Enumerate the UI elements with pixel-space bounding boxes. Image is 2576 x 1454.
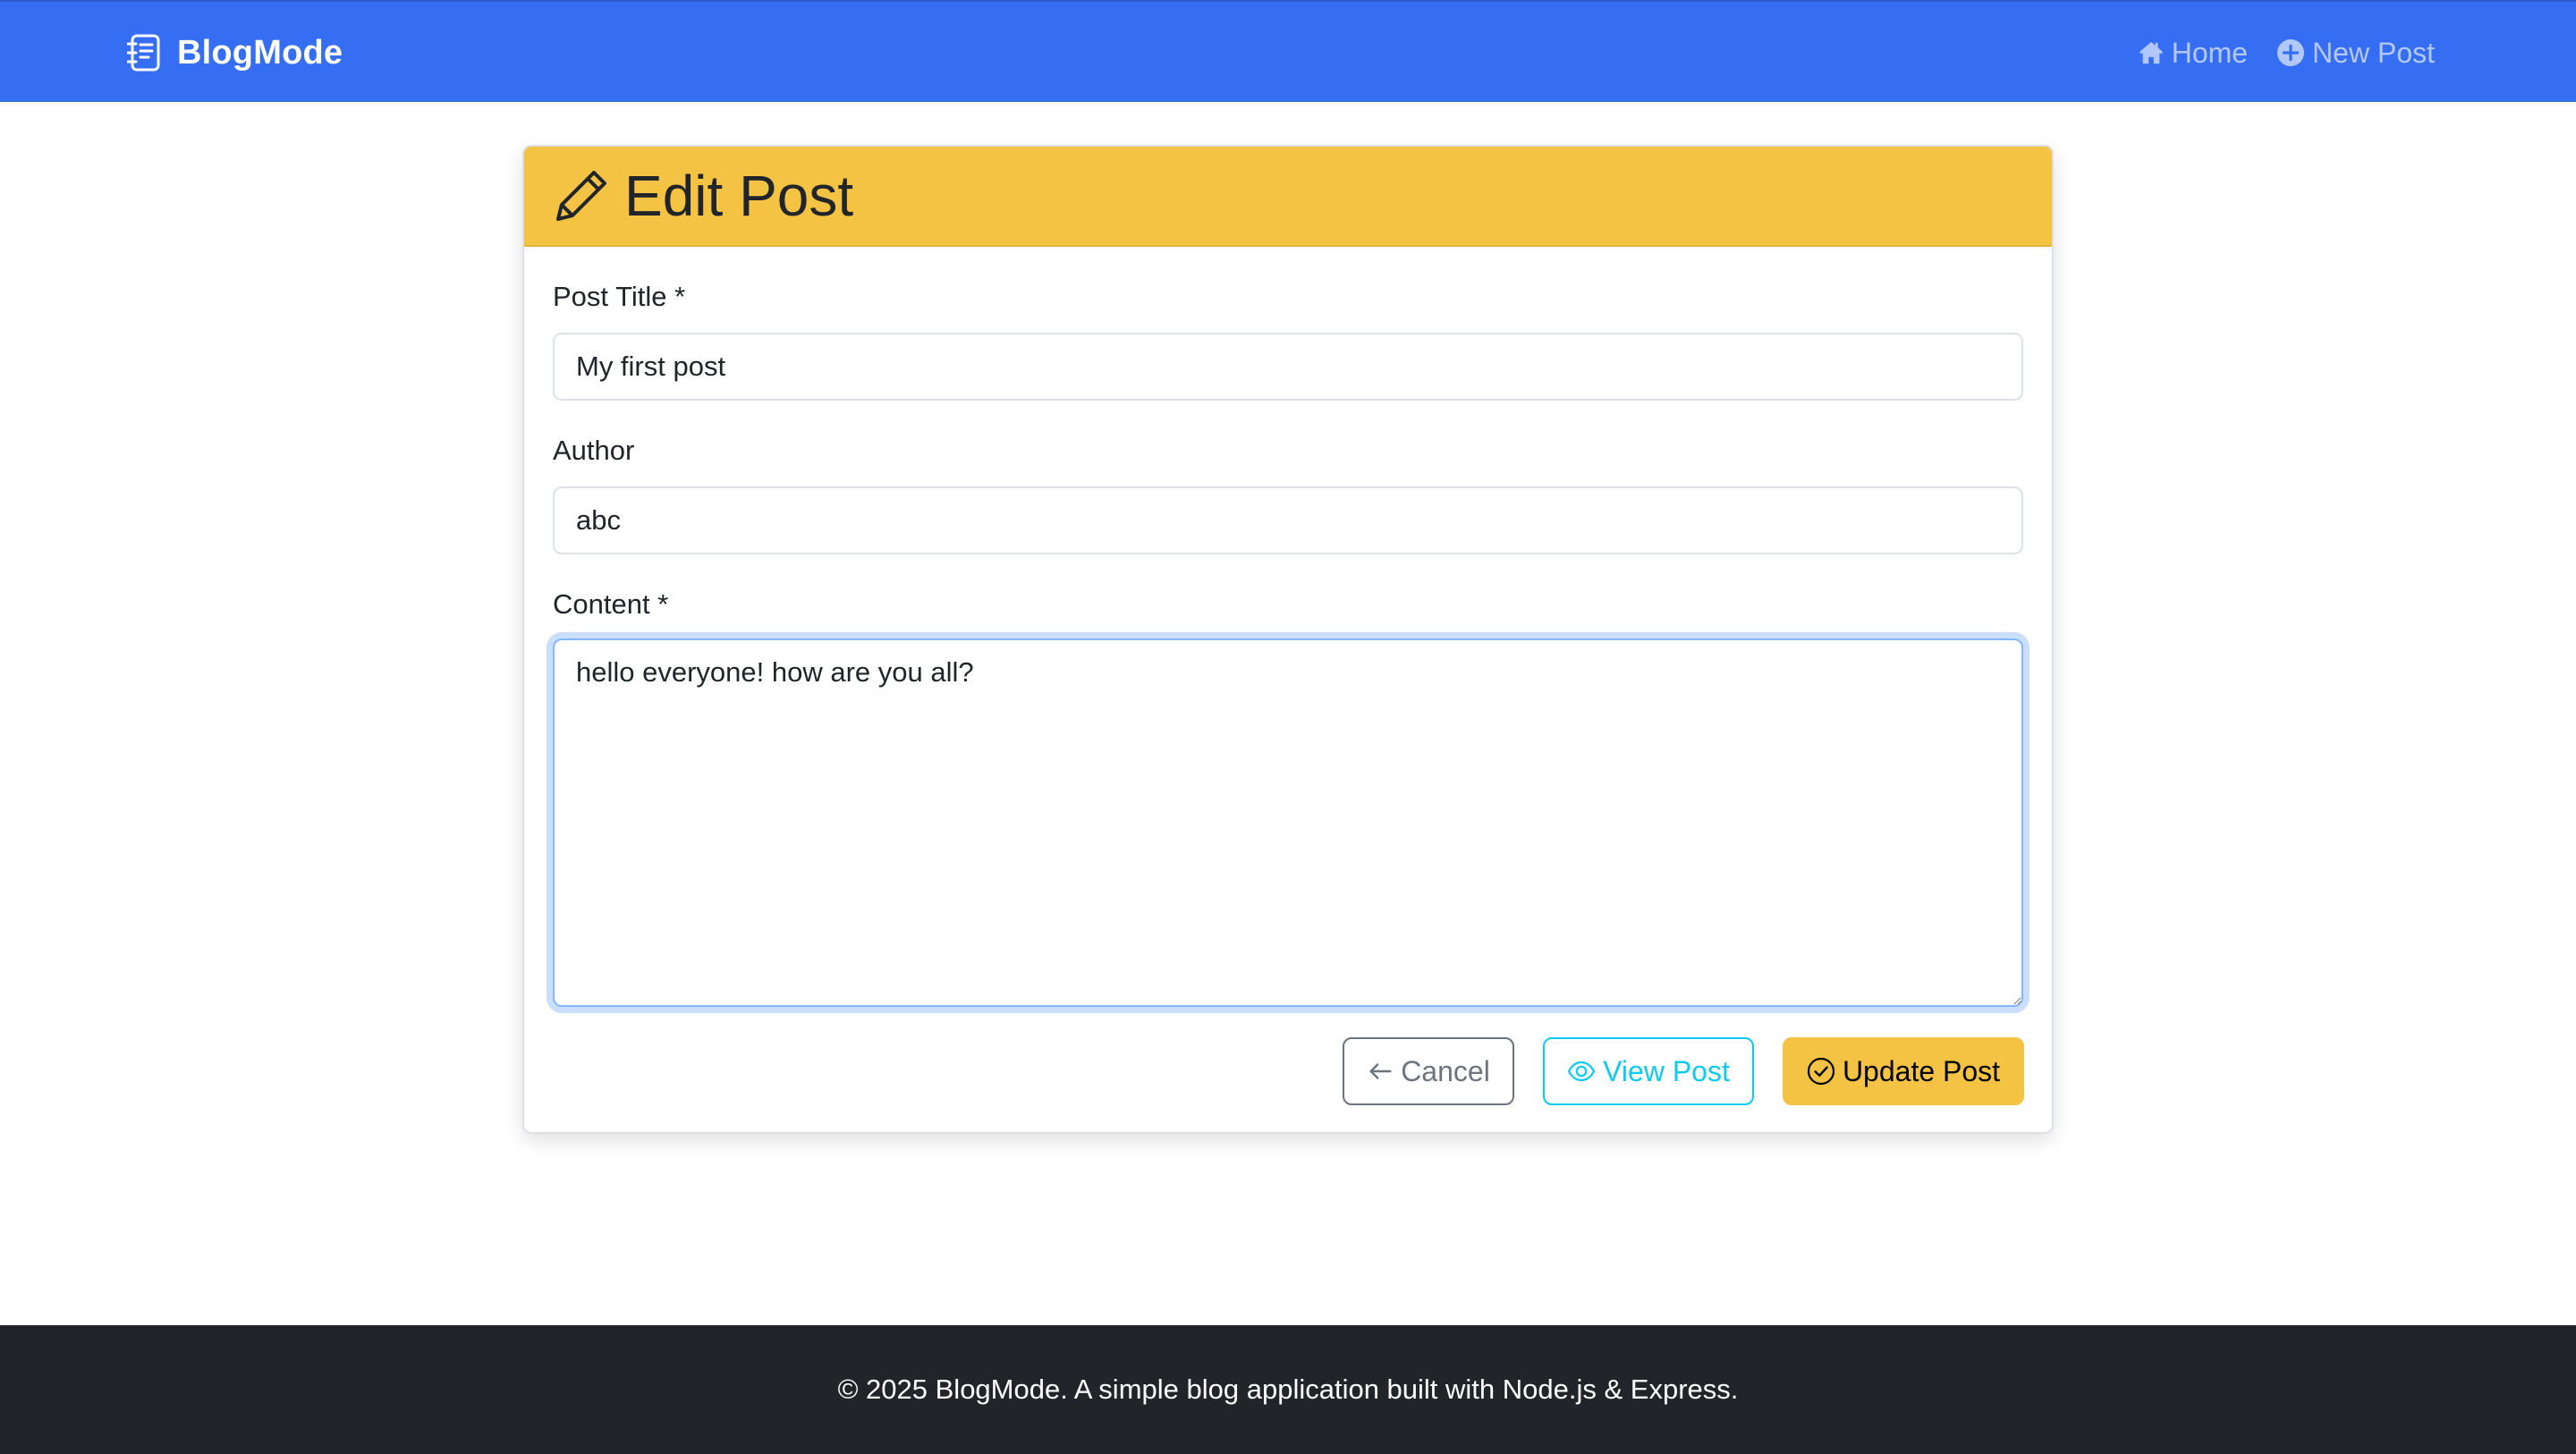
post-title-input[interactable] [553, 333, 2023, 401]
update-post-button-label: Update Post [1842, 1054, 2001, 1087]
content-label: Content * [553, 588, 669, 620]
house-icon [2138, 39, 2165, 66]
view-post-button[interactable]: View Post [1543, 1037, 1754, 1105]
brand-link[interactable]: BlogMode [127, 2, 343, 104]
plus-circle-icon [2276, 38, 2305, 67]
page-footer: © 2025 BlogMode. A simple blog applicati… [0, 1325, 2576, 1454]
view-post-button-label: View Post [1603, 1054, 1730, 1087]
update-post-button[interactable]: Update Post [1783, 1037, 2024, 1105]
author-input[interactable] [553, 486, 2023, 554]
brand-name: BlogMode [177, 33, 343, 72]
nav-link-new-post[interactable]: New Post [2276, 37, 2435, 70]
arrow-left-icon [1367, 1058, 1394, 1085]
content-textarea[interactable]: hello everyone! how are you all? [553, 638, 2023, 1007]
card-header: Edit Post [524, 147, 2052, 247]
author-label: Author [553, 435, 635, 466]
cancel-button[interactable]: Cancel [1343, 1037, 1514, 1105]
nav-link-home-label: Home [2171, 36, 2249, 69]
nav-link-home[interactable]: Home [2138, 37, 2248, 70]
footer-copyright: © 2025 BlogMode. A simple blog applicati… [837, 1374, 1739, 1405]
journal-text-icon [127, 34, 161, 72]
pencil-icon [553, 167, 610, 224]
nav-link-new-post-label: New Post [2312, 36, 2435, 69]
page-title: Edit Post [624, 164, 854, 228]
edit-post-card: Edit Post Post Title * Author Content * … [522, 145, 2054, 1134]
post-title-label: Post Title * [553, 281, 686, 312]
eye-icon [1567, 1057, 1596, 1086]
nav-links: Home New Post [2138, 2, 2435, 104]
cancel-button-label: Cancel [1401, 1054, 1490, 1087]
check-circle-icon [1807, 1057, 1835, 1086]
top-navbar: BlogMode Home New Post [0, 0, 2576, 102]
